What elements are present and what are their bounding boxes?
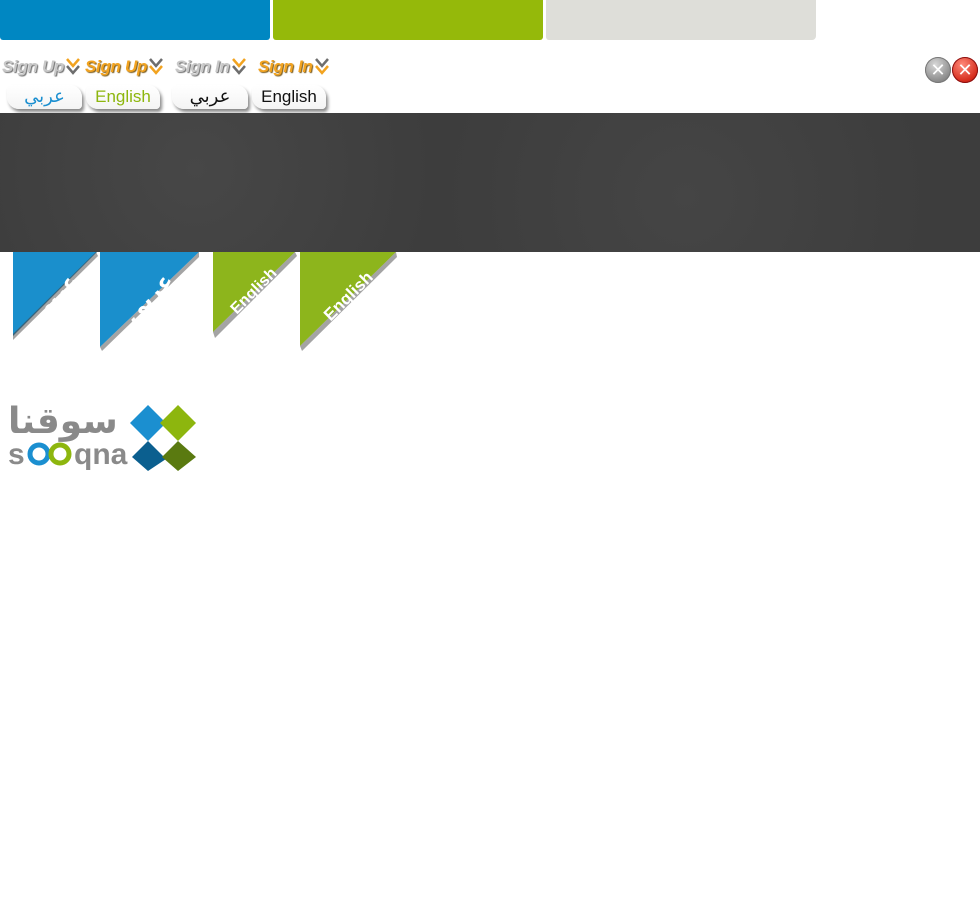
sign-up-link-grey[interactable]: Sign Up [2,55,81,77]
dark-banner [0,113,980,252]
sooqna-logo: سوقنا s qna [8,395,200,475]
top-bar-grey [546,0,816,40]
close-icon: ✕ [930,60,946,80]
lang-arabic-button[interactable]: عربي [172,85,248,109]
svg-text:qna: qna [74,438,128,471]
close-icon: ✕ [957,60,973,80]
logo-latin-text: s qna [8,438,128,471]
ribbon-arabic-1[interactable]: عربي [13,252,103,347]
ribbon-arabic-2[interactable]: عربي [100,252,200,352]
chevron-down-icon [314,58,329,75]
ribbon-english-1[interactable]: English [213,252,298,342]
lang-english-button[interactable]: English [252,85,326,109]
sign-up-link-orange[interactable]: Sign Up [85,55,164,77]
logo-arabic-text: سوقنا [8,401,118,442]
sign-in-label: Sign In [258,57,313,76]
chevron-down-icon [231,58,246,75]
logo-mark-icon [130,405,196,471]
svg-text:s: s [8,438,25,471]
close-button-grey[interactable]: ✕ [925,57,951,83]
sign-in-link-grey[interactable]: Sign In [175,55,247,77]
ribbon-english-2[interactable]: English [300,252,398,352]
close-button-red[interactable]: ✕ [952,57,978,83]
sign-up-label: Sign Up [2,57,65,76]
top-bar-green [273,0,543,40]
top-bar-blue [0,0,270,40]
lang-arabic-button-active[interactable]: عربي [7,85,82,109]
chevron-down-icon [66,58,81,75]
sign-up-label: Sign Up [85,57,148,76]
sign-in-link-orange[interactable]: Sign In [258,55,330,77]
chevron-down-icon [149,58,164,75]
sign-in-label: Sign In [175,57,230,76]
lang-english-button-active[interactable]: English [86,85,160,109]
